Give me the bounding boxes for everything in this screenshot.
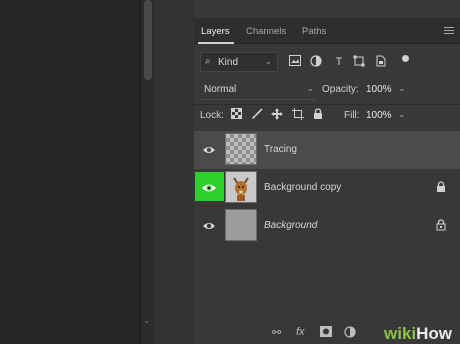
opacity-label: Opacity: — [322, 84, 359, 95]
type-filter-icon[interactable]: T — [332, 55, 346, 69]
adjustment-filter-icon[interactable] — [309, 55, 323, 69]
layer-name[interactable]: Background copy — [264, 182, 341, 193]
active-tab-indicator — [198, 42, 234, 44]
scrollbar-thumb[interactable] — [144, 0, 152, 80]
filter-kind-label: Kind — [218, 57, 239, 68]
layer-row-background[interactable]: Background — [194, 207, 460, 245]
wikihow-watermark: wikiHow — [384, 324, 453, 343]
link-icon[interactable]: ⚯ — [272, 326, 281, 339]
image-filter-icon[interactable] — [288, 55, 302, 69]
layer-thumbnail[interactable] — [225, 209, 257, 241]
fill-input[interactable]: 100% — [366, 110, 392, 121]
fill-chevron-icon[interactable]: ⌄ — [398, 109, 406, 120]
document-canvas[interactable] — [0, 0, 140, 344]
lock-transparent-pixels-icon[interactable] — [229, 108, 243, 122]
panel-tabs: Layers Channels Paths — [194, 18, 460, 44]
lock-image-pixels-icon[interactable] — [250, 108, 264, 122]
fill-label: Fill: — [344, 110, 360, 121]
layer-lock-icon[interactable] — [436, 219, 446, 231]
panel-menu-icon[interactable] — [444, 27, 454, 34]
filter-toggle-icon[interactable] — [402, 55, 409, 62]
chevron-down-icon: ⌄ — [306, 83, 314, 93]
search-icon: ⌕ — [205, 56, 211, 67]
visibility-eye-icon[interactable] — [198, 217, 220, 235]
lock-artboard-icon[interactable] — [291, 108, 305, 122]
blend-mode-dropdown[interactable]: Normal ⌄ — [200, 80, 316, 100]
layer-name[interactable]: Tracing — [264, 144, 297, 155]
mask-icon[interactable] — [320, 326, 332, 340]
scroll-down-icon[interactable]: ⌄ — [143, 315, 151, 326]
tab-paths[interactable]: Paths — [302, 26, 326, 37]
adjustment-icon[interactable] — [344, 326, 356, 341]
fx-icon[interactable]: fx — [296, 326, 305, 338]
opacity-input[interactable]: 100% — [366, 84, 392, 95]
lock-position-icon[interactable] — [270, 108, 284, 122]
layer-name[interactable]: Background — [264, 220, 317, 231]
lock-label: Lock: — [200, 110, 224, 121]
filter-kind-dropdown[interactable]: ⌕ Kind ⌄ — [200, 52, 278, 72]
blend-mode-value: Normal — [204, 84, 237, 95]
tab-channels[interactable]: Channels — [246, 26, 286, 37]
layer-row-background-copy[interactable]: Background copy — [194, 169, 460, 207]
opacity-chevron-icon[interactable]: ⌄ — [398, 83, 406, 94]
layer-thumbnail[interactable] — [225, 133, 257, 165]
lock-all-icon[interactable] — [311, 108, 325, 122]
visibility-eye-icon[interactable] — [198, 141, 220, 159]
chevron-down-icon: ⌄ — [264, 56, 272, 66]
divider — [194, 104, 460, 105]
tab-layers[interactable]: Layers — [201, 26, 230, 37]
layer-thumbnail[interactable] — [225, 171, 257, 203]
canvas-scrollbar[interactable]: ⌄ — [140, 0, 154, 344]
panel-gutter — [154, 0, 194, 344]
visibility-eye-icon[interactable] — [195, 172, 224, 201]
layer-row-tracing[interactable]: Tracing — [194, 131, 460, 169]
layers-panel: Layers Channels Paths ⌕ Kind ⌄ T Normal … — [194, 0, 460, 344]
smart-object-filter-icon[interactable] — [374, 55, 388, 69]
layer-lock-icon — [436, 181, 446, 193]
shape-filter-icon[interactable] — [352, 55, 366, 69]
